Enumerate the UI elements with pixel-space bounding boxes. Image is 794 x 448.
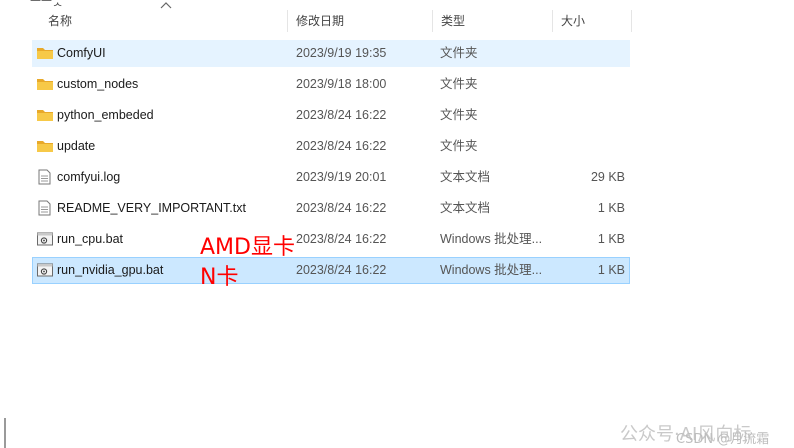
file-row[interactable]: python_embeded 2023/8/24 16:22 文件夹 <box>32 102 630 129</box>
annotation-amd-gpu: AMD显卡 <box>200 235 295 260</box>
watermark: 公众号·AI风向标 CSDN @月流霜 <box>620 420 769 447</box>
file-row[interactable]: comfyui.log 2023/9/19 20:01 文本文档 29 KB <box>32 164 630 191</box>
scrollbar-edge <box>4 418 6 448</box>
file-row[interactable]: custom_nodes 2023/9/18 18:00 文件夹 <box>32 71 630 98</box>
file-row[interactable]: ComfyUI 2023/9/19 19:35 文件夹 <box>32 40 630 67</box>
watermark-csdn: CSDN @月流霜 <box>676 432 770 447</box>
folder-icon <box>36 45 54 61</box>
folder-icon <box>36 138 54 154</box>
folder-icon <box>36 107 54 123</box>
file-row[interactable]: run_cpu.bat 2023/8/24 16:22 Windows 批处理.… <box>32 226 630 253</box>
file-row[interactable]: run_nvidia_gpu.bat 2023/8/24 16:22 Windo… <box>32 257 630 284</box>
column-header-modified[interactable]: 修改日期 <box>288 6 433 36</box>
column-header-type[interactable]: 类型 <box>433 6 553 36</box>
column-header-name[interactable]: 名称 <box>40 6 288 36</box>
annotation-nvidia-gpu: N卡 <box>200 265 239 290</box>
column-header: 名称 修改日期 类型 大小 <box>0 2 632 36</box>
batch-file-icon <box>36 262 54 278</box>
text-file-icon <box>36 200 54 216</box>
file-row[interactable]: README_VERY_IMPORTANT.txt 2023/8/24 16:2… <box>32 195 630 222</box>
batch-file-icon <box>36 231 54 247</box>
folder-icon <box>36 76 54 92</box>
text-file-icon <box>36 169 54 185</box>
column-header-size[interactable]: 大小 <box>553 6 632 36</box>
file-row[interactable]: update 2023/8/24 16:22 文件夹 <box>32 133 630 160</box>
